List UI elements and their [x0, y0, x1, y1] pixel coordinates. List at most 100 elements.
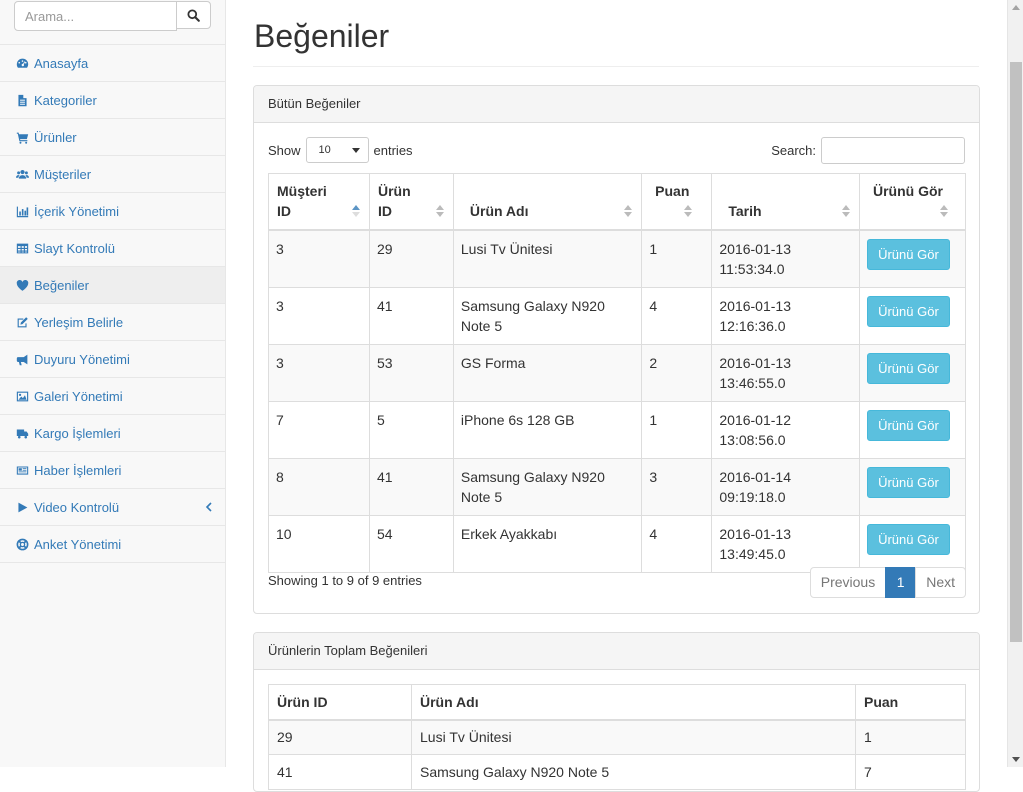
pagination-page-current[interactable]: 1 [885, 567, 917, 598]
sidebar-item-anasayfa[interactable]: Anasayfa [0, 45, 225, 82]
col-header-view-product[interactable]: Ürünü Gör [859, 173, 966, 231]
cell-product-name: GS Forma [452, 343, 643, 402]
sidebar-item-begeniler[interactable]: Beğeniler [0, 267, 225, 304]
entries-length-control: Show 10 entries [268, 137, 413, 163]
main-content: Beğeniler Bütün Beğeniler Show 10 entrie… [226, 0, 1007, 792]
sort-asc-icon [351, 204, 360, 217]
table-filter: Search: [771, 137, 965, 164]
sidebar-item-label: Anket Yönetimi [34, 536, 122, 552]
col-header-product-id: Ürün ID [268, 684, 412, 721]
sidebar-item-haber-islemleri[interactable]: Haber İşlemleri [0, 452, 225, 489]
search-icon [187, 8, 200, 22]
cell-product-id: 41 [368, 457, 454, 516]
cell-action: Ürünü Gör [859, 229, 966, 288]
cell-action: Ürünü Gör [859, 457, 966, 516]
col-header-date[interactable]: Tarih [711, 173, 861, 231]
sidebar-item-label: Galeri Yönetimi [34, 388, 123, 404]
sidebar-item-yerlesim-belirle[interactable]: Yerleşim Belirle [0, 304, 225, 341]
cell-date: 2016-01-14 09:19:18.0 [711, 457, 861, 516]
sidebar-item-label: Beğeniler [34, 277, 89, 293]
scroll-up-arrow-icon[interactable] [1012, 5, 1020, 10]
dashboard-icon [15, 56, 29, 70]
cell-score: 4 [641, 286, 713, 345]
sidebar-item-icerik-yonetimi[interactable]: İçerik Yönetimi [0, 193, 225, 230]
cell-date: 2016-01-12 13:08:56.0 [711, 400, 861, 459]
sidebar-item-kargo-islemleri[interactable]: Kargo İşlemleri [0, 415, 225, 452]
table-search-input[interactable] [821, 137, 965, 164]
users-icon [15, 167, 29, 181]
cell-score: 3 [641, 457, 713, 516]
search-button[interactable] [176, 1, 211, 29]
cell-score: 1 [641, 400, 713, 459]
bar-chart-icon [15, 204, 29, 218]
sidebar-item-label: Kategoriler [34, 92, 97, 108]
col-header-product-id[interactable]: Ürün ID [368, 173, 454, 231]
table-icon [15, 241, 29, 255]
totals-panel: Ürünlerin Toplam Beğenileri Ürün ID Ürün… [253, 632, 980, 792]
cell-product-id: 29 [268, 719, 412, 755]
table-row: 41 Samsung Galaxy N920 Note 5 7 [268, 754, 966, 790]
page-scrollbar[interactable] [1007, 0, 1023, 767]
edit-icon [15, 315, 29, 329]
sort-icon [684, 204, 693, 217]
totals-panel-heading: Ürünlerin Toplam Beğenileri [254, 633, 979, 670]
cell-action: Ürünü Gör [859, 400, 966, 459]
show-label: Show [268, 142, 301, 158]
cell-product-id: 5 [368, 400, 454, 459]
table-row: 29 Lusi Tv Ünitesi 1 [268, 719, 966, 755]
sidebar-item-video-kontrolu[interactable]: Video Kontrolü [0, 489, 225, 526]
sidebar-item-label: Ürünler [34, 129, 77, 145]
pagination-next[interactable]: Next [915, 567, 966, 598]
table-row: 3 53 GS Forma 2 2016-01-13 13:46:55.0 Ür… [268, 343, 966, 402]
view-product-button[interactable]: Ürünü Gör [867, 238, 950, 270]
sidebar-item-label: Müşteriler [34, 166, 92, 182]
sidebar-item-kategoriler[interactable]: Kategoriler [0, 82, 225, 119]
sidebar-item-duyuru-yonetimi[interactable]: Duyuru Yönetimi [0, 341, 225, 378]
sidebar-item-anket-yonetimi[interactable]: Anket Yönetimi [0, 526, 225, 563]
cell-customer-id: 10 [268, 514, 370, 573]
cell-score: 7 [855, 754, 966, 790]
col-header-score: Puan [855, 684, 966, 721]
truck-icon [15, 426, 29, 440]
sidebar-item-slayt-kontrolu[interactable]: Slayt Kontrolü [0, 230, 225, 267]
view-product-button[interactable]: Ürünü Gör [867, 466, 950, 498]
sidebar-item-label: Duyuru Yönetimi [34, 351, 130, 367]
col-header-product-name[interactable]: Ürün Adı [452, 173, 643, 231]
cell-customer-id: 3 [268, 286, 370, 345]
scrollbar-thumb[interactable] [1010, 62, 1022, 642]
view-product-button[interactable]: Ürünü Gör [867, 295, 950, 327]
table-row: 8 41 Samsung Galaxy N920 Note 5 3 2016-0… [268, 457, 966, 516]
cell-action: Ürünü Gör [859, 514, 966, 573]
view-product-button[interactable]: Ürünü Gör [867, 523, 950, 555]
sidebar-item-musteriler[interactable]: Müşteriler [0, 156, 225, 193]
sort-icon [435, 204, 444, 217]
play-icon [15, 500, 29, 514]
sidebar-search [0, 0, 225, 45]
view-product-button[interactable]: Ürünü Gör [867, 352, 950, 384]
table-row: 7 5 iPhone 6s 128 GB 1 2016-01-12 13:08:… [268, 400, 966, 459]
search-input[interactable] [14, 1, 177, 31]
cell-customer-id: 3 [268, 343, 370, 402]
entries-select[interactable]: 10 [305, 137, 369, 163]
view-product-button[interactable]: Ürünü Gör [867, 409, 950, 441]
sidebar-item-label: Video Kontrolü [34, 499, 120, 515]
col-header-score[interactable]: Puan [641, 173, 713, 231]
cell-product-id: 53 [368, 343, 454, 402]
sidebar-item-urunler[interactable]: Ürünler [0, 119, 225, 156]
col-header-customer-id[interactable]: Müşteri ID [268, 173, 370, 231]
sidebar-item-label: Slayt Kontrolü [34, 240, 115, 256]
table-header-row: Müşteri ID Ürün ID Ürün Adı Puan Tarih Ü… [268, 173, 966, 231]
pagination-previous[interactable]: Previous [809, 567, 887, 598]
cell-action: Ürünü Gör [859, 286, 966, 345]
cell-product-id: 41 [268, 754, 412, 790]
cell-date: 2016-01-13 13:49:45.0 [711, 514, 861, 573]
image-icon [15, 389, 29, 403]
sidebar-item-label: Kargo İşlemleri [34, 425, 121, 441]
sidebar-item-galeri-yonetimi[interactable]: Galeri Yönetimi [0, 378, 225, 415]
cell-score: 1 [855, 719, 966, 755]
scroll-down-arrow-icon[interactable] [1012, 757, 1020, 762]
file-icon [15, 93, 29, 107]
cell-date: 2016-01-13 13:46:55.0 [711, 343, 861, 402]
likes-panel: Bütün Beğeniler Show 10 entries Search: … [253, 85, 980, 614]
bullhorn-icon [15, 352, 29, 366]
